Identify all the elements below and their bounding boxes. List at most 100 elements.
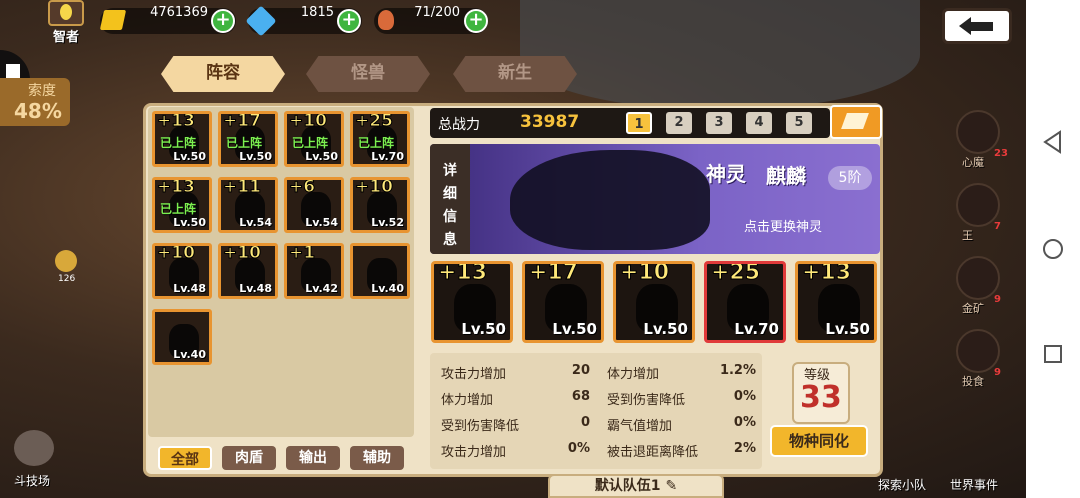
tab-rebirth-label: 新生 <box>498 63 532 83</box>
team-name[interactable]: 默认队伍1 ✎ <box>548 474 724 498</box>
team-page-1[interactable]: 1 <box>626 112 652 134</box>
species-sync-button[interactable]: 物种同化 <box>770 425 868 457</box>
team-page-5[interactable]: 5 <box>786 112 812 134</box>
slot-level: Lv.50 <box>643 320 688 338</box>
side-menu-label: 心魔 <box>962 156 984 169</box>
add-stamina-button[interactable]: + <box>464 9 488 33</box>
slot-plus-level: +13 <box>801 261 852 286</box>
roster-card[interactable]: +10 Lv.48 <box>218 243 278 299</box>
dragon-silhouette <box>510 150 710 250</box>
stat-value: 0% <box>567 441 590 456</box>
team-page-4[interactable]: 4 <box>746 112 772 134</box>
side-menu-count: 23 <box>994 148 1008 159</box>
auto-lineup-button[interactable] <box>830 105 882 139</box>
spirit-name: 麒麟 <box>766 164 806 188</box>
roster-card[interactable]: +13 已上阵 Lv.50 <box>152 111 212 167</box>
back-button[interactable] <box>942 8 1012 44</box>
stat-label: 攻击力增加 <box>441 445 507 460</box>
side-menu-count: 9 <box>994 294 1001 305</box>
card-status: 已上阵 <box>292 136 329 150</box>
roster-card[interactable]: Lv.40 <box>152 309 212 365</box>
filter-damage[interactable]: 输出 <box>286 446 340 470</box>
power-label: 总战力 <box>438 117 480 133</box>
card-status: 已上阵 <box>160 202 197 216</box>
card-level: Lv.70 <box>371 150 404 163</box>
add-gem-button[interactable]: + <box>337 9 361 33</box>
card-plus-level: +25 <box>355 111 394 132</box>
slot-level: Lv.50 <box>461 320 506 338</box>
card-level: Lv.42 <box>305 282 338 295</box>
progress-label: 索度 <box>28 83 56 99</box>
card-plus-level: +10 <box>157 243 196 264</box>
card-level: Lv.50 <box>305 150 338 163</box>
card-plus-level: +6 <box>288 177 316 198</box>
explore-team-label[interactable]: 探索小队 <box>878 476 926 493</box>
roster-card[interactable]: +1 Lv.42 <box>284 243 344 299</box>
stat-label: 被击退距离降低 <box>607 445 699 460</box>
card-level: Lv.54 <box>239 216 272 229</box>
team-page-2[interactable]: 2 <box>666 112 692 134</box>
tab-monsters[interactable]: 怪兽 <box>306 56 430 92</box>
spirit-banner[interactable] <box>430 144 880 254</box>
slot-level: Lv.50 <box>825 320 870 338</box>
stat-label: 体力增加 <box>607 367 660 382</box>
world-event-label[interactable]: 世界事件 <box>950 476 998 493</box>
side-menu-label: 金矿 <box>962 302 984 315</box>
back-triangle-icon[interactable] <box>1042 130 1064 154</box>
stat-label: 体力增加 <box>441 393 494 408</box>
card-level: Lv.40 <box>173 348 206 361</box>
card-plus-level: +10 <box>355 177 394 198</box>
meat-icon <box>378 10 394 30</box>
team-slot[interactable]: +13 Lv.50 <box>795 261 877 343</box>
tab-lineup[interactable]: 阵容 <box>161 56 285 92</box>
card-level: Lv.52 <box>371 216 404 229</box>
map-node-icon[interactable] <box>55 250 77 272</box>
filter-support[interactable]: 辅助 <box>350 446 404 470</box>
recents-square-icon[interactable] <box>1043 344 1063 364</box>
add-gold-button[interactable]: + <box>211 9 235 33</box>
power-value: 33987 <box>520 112 580 132</box>
arena-icon[interactable] <box>14 430 54 466</box>
card-status: 已上阵 <box>160 136 197 150</box>
stat-label: 攻击力增加 <box>441 367 507 382</box>
change-spirit-label[interactable]: 点击更换神灵 <box>744 216 822 235</box>
gold-value: 4761369 <box>150 5 208 20</box>
card-plus-level: +10 <box>289 111 328 132</box>
roster-card[interactable]: +10 已上阵 Lv.50 <box>284 111 344 167</box>
tab-monsters-label: 怪兽 <box>351 63 385 83</box>
stat-value: 20 <box>571 363 590 378</box>
slot-plus-level: +13 <box>437 261 488 286</box>
slot-plus-level: +17 <box>528 261 579 286</box>
roster-card[interactable]: Lv.40 <box>350 243 410 299</box>
stat-value: 0 <box>580 415 590 430</box>
filter-all[interactable]: 全部 <box>158 446 212 470</box>
roster-card[interactable]: +10 Lv.52 <box>350 177 410 233</box>
team-page-3[interactable]: 3 <box>706 112 732 134</box>
roster-card[interactable]: +25 已上阵 Lv.70 <box>350 111 410 167</box>
detail-info-button[interactable]: 详细信息 <box>430 144 470 254</box>
team-slot[interactable]: +13 Lv.50 <box>431 261 513 343</box>
team-slot[interactable]: +25 Lv.70 <box>704 261 786 343</box>
card-plus-level: +1 <box>288 243 316 264</box>
roster-card[interactable]: +17 已上阵 Lv.50 <box>218 111 278 167</box>
spirit-rank: 5阶 <box>828 166 872 190</box>
return-arrow-icon <box>959 17 993 35</box>
spirit-type: 神灵 <box>706 162 746 186</box>
filter-tank[interactable]: 肉盾 <box>222 446 276 470</box>
team-slot[interactable]: +10 Lv.50 <box>613 261 695 343</box>
roster-card[interactable]: +6 Lv.54 <box>284 177 344 233</box>
roster-card[interactable]: +11 Lv.54 <box>218 177 278 233</box>
side-menu-label: 王 <box>962 229 973 242</box>
side-menu-count: 7 <box>994 221 1001 232</box>
map-node-count: 126 <box>58 274 76 284</box>
roster-card[interactable]: +10 Lv.48 <box>152 243 212 299</box>
home-circle-icon[interactable] <box>1042 238 1064 260</box>
card-level: Lv.48 <box>173 282 206 295</box>
tab-rebirth[interactable]: 新生 <box>453 56 577 92</box>
roster-card[interactable]: +13 已上阵 Lv.50 <box>152 177 212 233</box>
team-name-label: 默认队伍1 <box>594 478 661 494</box>
gold-icon <box>99 10 127 30</box>
team-slot[interactable]: +17 Lv.50 <box>522 261 604 343</box>
title-badge-icon[interactable] <box>48 0 84 26</box>
card-status: 已上阵 <box>358 136 395 150</box>
